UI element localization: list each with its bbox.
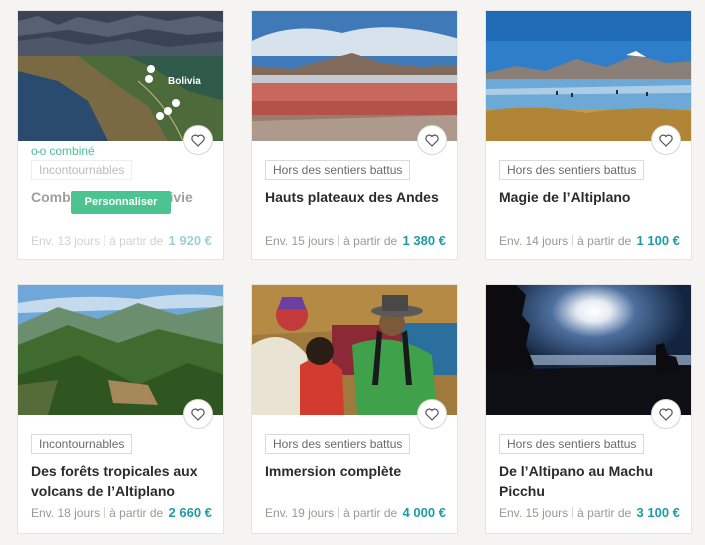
trip-duration: Env. 19 jours xyxy=(265,506,335,520)
favorite-heart-icon[interactable] xyxy=(651,399,681,429)
trip-duration: Env. 13 jours xyxy=(31,234,101,248)
category-tag: Hors des sentiers battus xyxy=(499,160,645,180)
meta-divider xyxy=(104,235,106,246)
trip-meta: Env. 15 jours à partir de 3 100 € xyxy=(499,505,680,520)
trip-title[interactable]: Magie de l’Altiplano xyxy=(499,187,679,207)
trip-price: 1 100 € xyxy=(636,233,680,248)
meta-divider xyxy=(104,507,106,518)
price-from-label: à partir de xyxy=(109,234,164,248)
trip-card[interactable]: Hors des sentiers battus Magie de l’Alti… xyxy=(485,10,692,260)
trip-image-andean-people[interactable] xyxy=(252,285,457,415)
trip-duration: Env. 14 jours xyxy=(499,234,569,248)
trip-duration: Env. 15 jours xyxy=(265,234,335,248)
trip-image-flamingo-lagoon[interactable] xyxy=(486,11,691,141)
trip-image-green-valley[interactable] xyxy=(18,285,223,415)
trip-price: 4 000 € xyxy=(402,505,446,520)
trip-card[interactable]: Incontournables Des forêts tropicales au… xyxy=(17,284,224,534)
favorite-heart-icon[interactable] xyxy=(417,399,447,429)
category-tag: Hors des sentiers battus xyxy=(265,434,411,454)
price-from-label: à partir de xyxy=(577,506,632,520)
price-from-label: à partir de xyxy=(343,234,398,248)
trip-title[interactable]: Immersion complète xyxy=(265,461,445,481)
category-tag: Hors des sentiers battus xyxy=(499,434,645,454)
price-from-label: à partir de xyxy=(577,234,632,248)
price-from-label: à partir de xyxy=(343,506,398,520)
meta-divider xyxy=(338,507,340,518)
trip-title[interactable]: Hauts plateaux des Andes xyxy=(265,187,445,207)
trip-title[interactable]: Des forêts tropicales aux volcans de l’A… xyxy=(31,461,211,501)
favorite-heart-icon[interactable] xyxy=(183,125,213,155)
category-tag: Incontournables xyxy=(31,434,133,454)
trip-price: 1 920 € xyxy=(168,233,212,248)
trip-meta: Env. 15 jours à partir de 1 380 € xyxy=(265,233,446,248)
personalise-button[interactable]: Personnaliser xyxy=(71,191,171,214)
trip-price: 2 660 € xyxy=(168,505,212,520)
trip-duration: Env. 18 jours xyxy=(31,506,101,520)
favorite-heart-icon[interactable] xyxy=(183,399,213,429)
trip-duration: Env. 15 jours xyxy=(499,506,569,520)
trip-image-map[interactable]: Bolivia xyxy=(18,11,223,141)
combined-label: o-o combiné xyxy=(31,144,95,158)
trip-card[interactable]: Hors des sentiers battus De l’Altipano a… xyxy=(485,284,692,534)
trip-price: 3 100 € xyxy=(636,505,680,520)
trip-card[interactable]: Bolivia o-o combiné Incontournables Combi… xyxy=(17,10,224,260)
trip-meta: Env. 18 jours à partir de 2 660 € xyxy=(31,505,212,520)
trip-price: 1 380 € xyxy=(402,233,446,248)
meta-divider xyxy=(572,507,574,518)
trip-image-red-lagoon[interactable] xyxy=(252,11,457,141)
trip-meta: Env. 14 jours à partir de 1 100 € xyxy=(499,233,680,248)
map-country-label: Bolivia xyxy=(168,76,201,87)
favorite-heart-icon[interactable] xyxy=(651,125,681,155)
meta-divider xyxy=(338,235,340,246)
trip-card[interactable]: Hors des sentiers battus Hauts plateaux … xyxy=(251,10,458,260)
meta-divider xyxy=(572,235,574,246)
trip-meta: Env. 13 jours à partir de 1 920 € xyxy=(31,233,212,248)
category-tag: Incontournables xyxy=(31,160,133,180)
trip-image-sunset-silhouette[interactable] xyxy=(486,285,691,415)
favorite-heart-icon[interactable] xyxy=(417,125,447,155)
category-tag: Hors des sentiers battus xyxy=(265,160,411,180)
trip-meta: Env. 19 jours à partir de 4 000 € xyxy=(265,505,446,520)
trip-card[interactable]: Hors des sentiers battus Immersion compl… xyxy=(251,284,458,534)
trip-grid: Bolivia o-o combiné Incontournables Combi… xyxy=(0,0,705,545)
link-dots-icon: o-o xyxy=(31,144,46,158)
price-from-label: à partir de xyxy=(109,506,164,520)
trip-title[interactable]: De l’Altipano au Machu Picchu xyxy=(499,461,679,501)
